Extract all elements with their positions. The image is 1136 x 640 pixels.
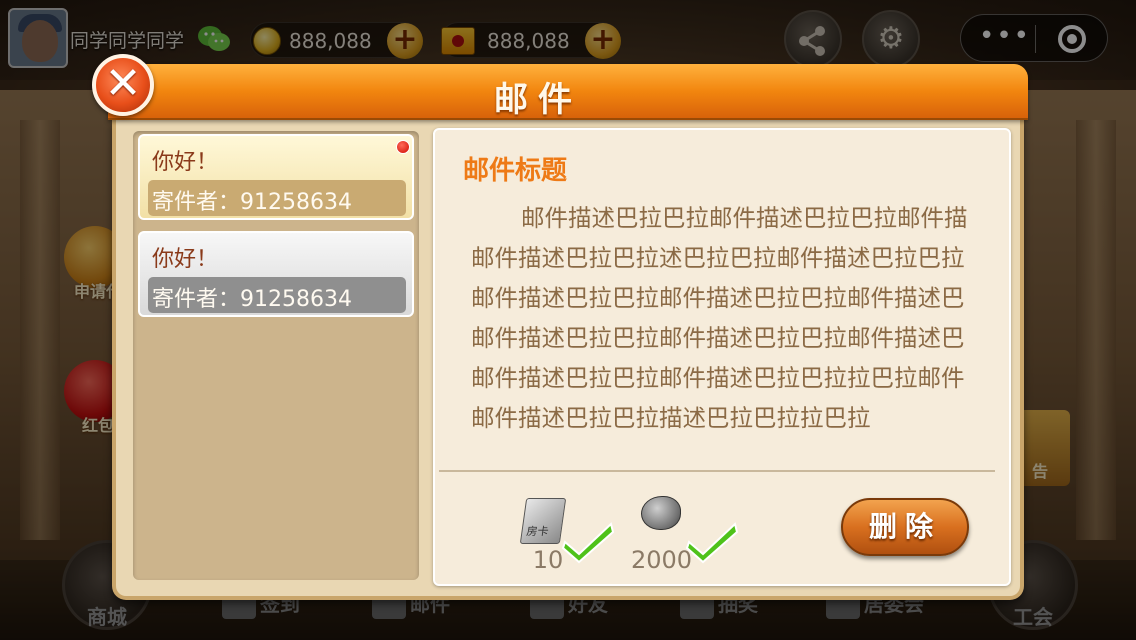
check-icon [685,522,739,564]
mail-subject: 你好！ [152,150,219,175]
dialog-title: 邮件 [494,80,582,120]
room-card-icon [519,498,567,544]
mail-detail: 邮件标题 邮件描述巴拉巴拉邮件描述巴拉巴拉邮件描邮件描述巴拉巴拉述巴拉巴拉邮件描… [433,128,1011,586]
mail-list: 你好！ 寄件者：91258634 你好！ 寄件者：91258634 [133,131,419,580]
sender-bar: 寄件者：91258634 [148,277,406,313]
mail-body: 邮件描述巴拉巴拉邮件描述巴拉巴拉邮件描邮件描述巴拉巴拉述巴拉巴拉邮件描述巴拉巴拉… [471,204,968,432]
check-icon [561,522,615,564]
attachment-room-card: 10 [519,490,631,578]
dialog-body: 你好！ 寄件者：91258634 你好！ 寄件者：91258634 邮件标题 邮… [112,120,1024,600]
close-button[interactable]: ✕ [92,54,154,116]
bean-icon [641,496,681,530]
attachment-beans: 2000 [631,490,743,578]
mail-subject: 你好！ [152,247,219,272]
divider [439,470,995,472]
delete-button[interactable]: 删除 [841,498,969,556]
dialog-header: 邮件 [108,64,1028,120]
sender-bar: 寄件者：91258634 [148,180,406,216]
close-icon: ✕ [104,58,142,109]
mail-dialog: 你好！ 寄件者：91258634 你好！ 寄件者：91258634 邮件标题 邮… [92,54,1028,608]
mail-sender: 寄件者：91258634 [152,287,352,312]
mail-list-item[interactable]: 你好！ 寄件者：91258634 [138,231,414,317]
mail-list-item[interactable]: 你好！ 寄件者：91258634 [138,134,414,220]
mail-title: 邮件标题 [463,156,568,186]
attachment-count: 2000 [631,546,693,574]
unread-dot-icon [396,140,410,154]
mail-sender: 寄件者：91258634 [152,190,352,215]
